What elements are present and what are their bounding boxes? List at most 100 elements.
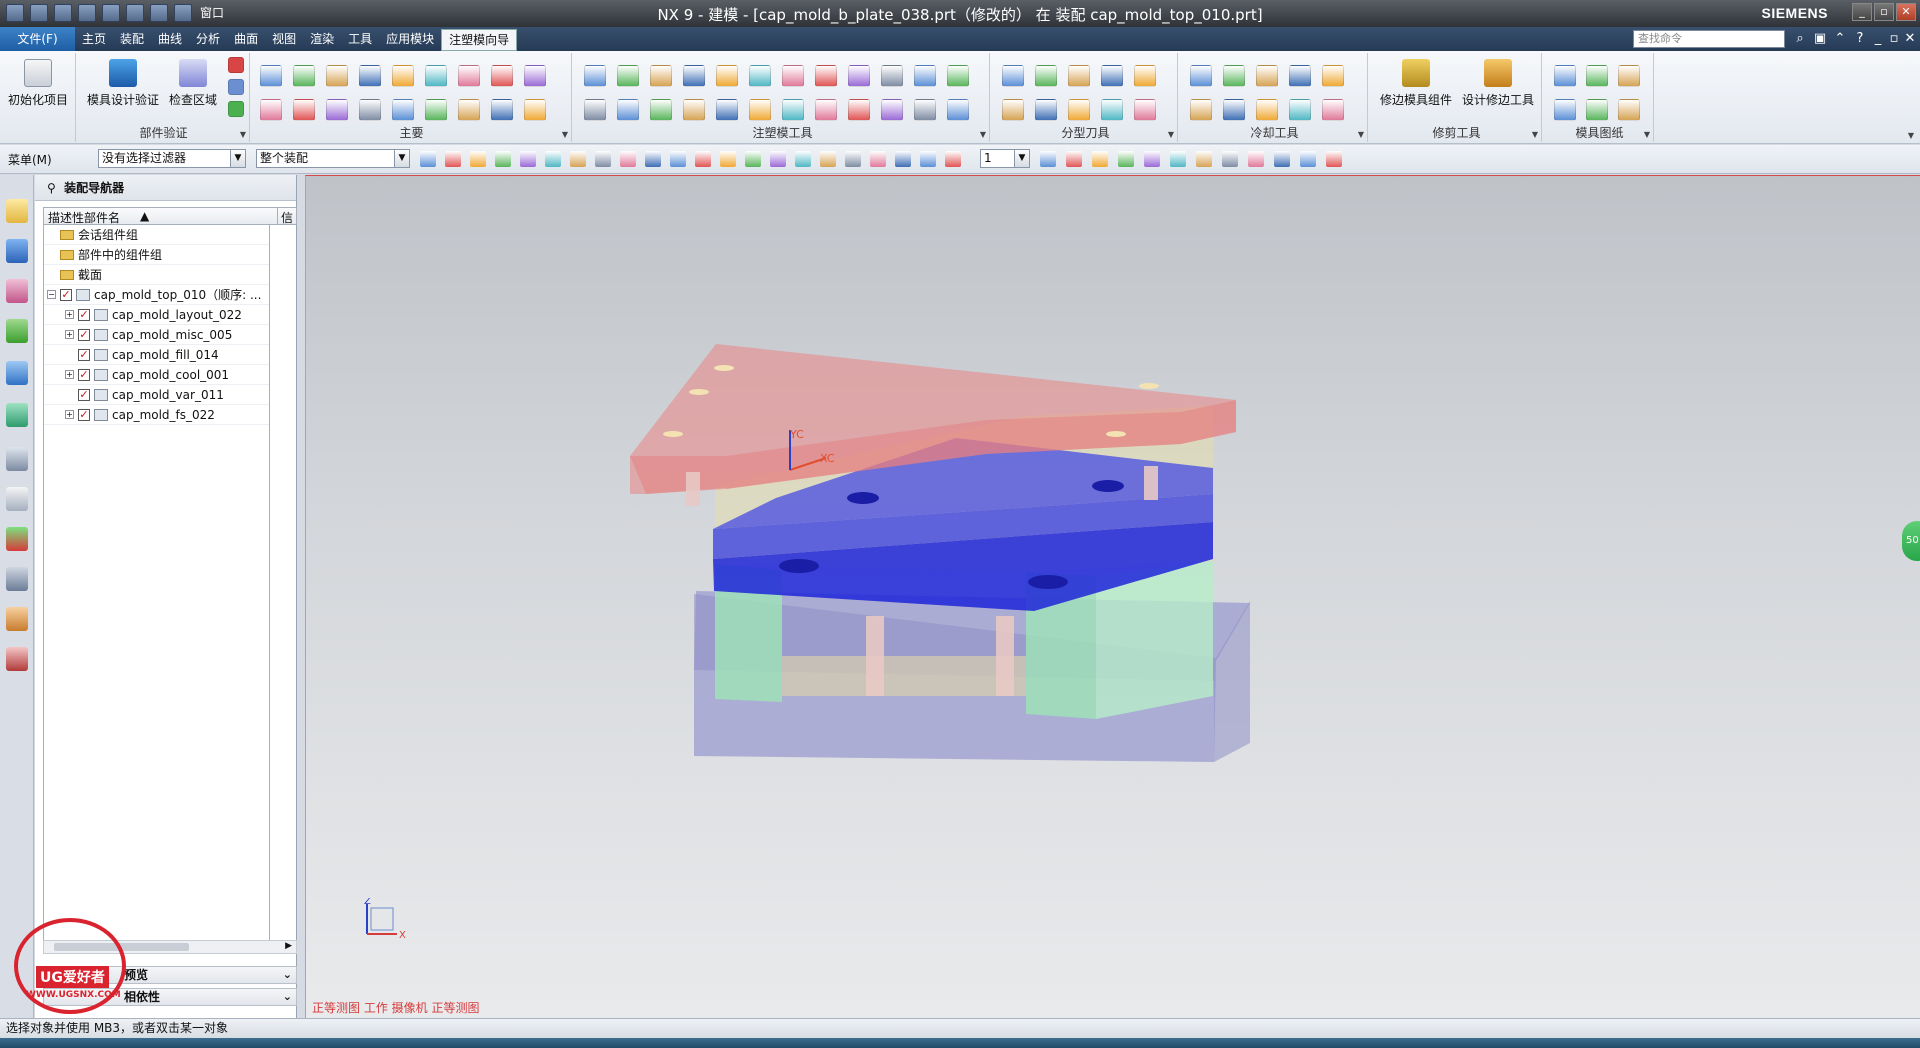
mold-tool-icon-21[interactable] — [848, 99, 870, 121]
tab-assembly[interactable]: 装配 — [113, 27, 151, 51]
parting-tool-icon-3[interactable] — [1068, 65, 1090, 87]
main-tool-icon-17[interactable] — [491, 99, 513, 121]
parting-tool-icon-2[interactable] — [1035, 65, 1057, 87]
selection-tool-icon-6[interactable] — [545, 151, 561, 167]
view-tool-icon-2[interactable] — [1066, 151, 1082, 167]
check-regions-button[interactable]: 检查区域 — [164, 57, 222, 108]
parting-tool-icon-10[interactable] — [1134, 99, 1156, 121]
cooling-tool-icon-1[interactable] — [1190, 65, 1212, 87]
tab-analysis[interactable]: 分析 — [189, 27, 227, 51]
selection-tool-icon-20[interactable] — [895, 151, 911, 167]
tree-row[interactable]: ✓ cap_mold_fill_014 — [44, 345, 270, 365]
ribbon-options-icon[interactable]: ▼ — [1908, 131, 1914, 140]
part-validation-icon-2[interactable] — [228, 79, 244, 95]
doc-minimize-icon[interactable]: _ — [1870, 31, 1886, 47]
tab-application[interactable]: 应用模块 — [379, 27, 441, 51]
file-menu-button[interactable]: 文件(F) — [0, 27, 75, 51]
tab-home[interactable]: 主页 — [75, 27, 113, 51]
view-tool-icon-5[interactable] — [1144, 151, 1160, 167]
cooling-tool-icon-4[interactable] — [1289, 65, 1311, 87]
part-validation-icon-3[interactable] — [228, 101, 244, 117]
view-tool-icon-9[interactable] — [1248, 151, 1264, 167]
main-tool-icon-3[interactable] — [326, 65, 348, 87]
mold-tool-icon-16[interactable] — [683, 99, 705, 121]
mold-tool-icon-11[interactable] — [914, 65, 936, 87]
constraint-navigator-tab-icon[interactable] — [6, 239, 28, 263]
main-tool-icon-14[interactable] — [392, 99, 414, 121]
tab-mold-wizard[interactable]: 注塑模向导 — [441, 29, 518, 51]
command-search-input[interactable]: 查找命令 — [1633, 30, 1785, 48]
main-tool-icon-8[interactable] — [491, 65, 513, 87]
view-tool-icon-7[interactable] — [1196, 151, 1212, 167]
parting-tool-icon-4[interactable] — [1101, 65, 1123, 87]
tab-render[interactable]: 渲染 — [303, 27, 341, 51]
side-notification-tab[interactable]: 50 — [1902, 521, 1920, 561]
help-icon[interactable]: ? — [1852, 31, 1868, 47]
guide-pin-1[interactable] — [686, 472, 700, 506]
main-tool-icon-12[interactable] — [326, 99, 348, 121]
minimize-button[interactable]: _ — [1852, 3, 1872, 21]
main-tool-icon-11[interactable] — [293, 99, 315, 121]
selection-tool-icon-4[interactable] — [495, 151, 511, 167]
tab-tools[interactable]: 工具 — [341, 27, 379, 51]
mold-tool-icon-6[interactable] — [749, 65, 771, 87]
mold-tool-icon-18[interactable] — [749, 99, 771, 121]
view-tool-icon-4[interactable] — [1118, 151, 1134, 167]
group-dropdown-icon[interactable]: ▼ — [1168, 130, 1174, 139]
drawing-tool-icon-2[interactable] — [1586, 65, 1608, 87]
cooling-tool-icon-6[interactable] — [1190, 99, 1212, 121]
selection-scope-dropdown[interactable]: 整个装配 ▼ — [256, 149, 410, 168]
visibility-checkbox[interactable]: ✓ — [78, 309, 90, 321]
selection-tool-icon-5[interactable] — [520, 151, 536, 167]
view-tool-icon-8[interactable] — [1222, 151, 1238, 167]
mold-tool-icon-2[interactable] — [617, 65, 639, 87]
group-dropdown-icon[interactable]: ▼ — [1532, 130, 1538, 139]
expand-icon[interactable]: + — [65, 310, 74, 319]
visibility-checkbox[interactable]: ✓ — [78, 409, 90, 421]
tab-view[interactable]: 视图 — [265, 27, 303, 51]
parting-tool-icon-5[interactable] — [1134, 65, 1156, 87]
collapse-icon[interactable]: − — [47, 290, 56, 299]
selection-tool-icon-10[interactable] — [645, 151, 661, 167]
mold-tool-icon-7[interactable] — [782, 65, 804, 87]
navigator-column-header[interactable]: 描述性部件名 ▲ 信 — [43, 207, 297, 225]
main-tool-icon-10[interactable] — [260, 99, 282, 121]
selection-tool-icon-12[interactable] — [695, 151, 711, 167]
main-tool-icon-9[interactable] — [524, 65, 546, 87]
mold-tool-icon-19[interactable] — [782, 99, 804, 121]
mold-tool-icon-23[interactable] — [914, 99, 936, 121]
mold-tool-icon-22[interactable] — [881, 99, 903, 121]
support-pillar-1[interactable] — [866, 616, 884, 696]
view-tool-icon-3[interactable] — [1092, 151, 1108, 167]
cooling-tool-icon-3[interactable] — [1256, 65, 1278, 87]
selection-tool-icon-18[interactable] — [845, 151, 861, 167]
group-dropdown-icon[interactable]: ▼ — [980, 130, 986, 139]
assembly-navigator-tab-icon[interactable] — [6, 199, 28, 223]
visibility-checkbox[interactable]: ✓ — [78, 389, 90, 401]
reuse-library-tab-icon[interactable] — [6, 319, 28, 343]
parting-tool-icon-6[interactable] — [1002, 99, 1024, 121]
main-tool-icon-6[interactable] — [425, 65, 447, 87]
cooling-tool-icon-9[interactable] — [1289, 99, 1311, 121]
view-tool-icon-12[interactable] — [1326, 151, 1342, 167]
cooling-tool-icon-2[interactable] — [1223, 65, 1245, 87]
selection-tool-icon-9[interactable] — [620, 151, 636, 167]
system-scenes-tab-icon[interactable] — [6, 607, 28, 631]
main-tool-icon-16[interactable] — [458, 99, 480, 121]
column-info-header[interactable]: 信 — [281, 209, 293, 226]
tree-row[interactable]: + ✓ cap_mold_misc_005 — [44, 325, 270, 345]
menu-dropdown[interactable]: 菜单(M) — [8, 151, 52, 168]
guide-bush-2[interactable] — [1028, 575, 1068, 589]
mold-tool-icon-9[interactable] — [848, 65, 870, 87]
parting-tool-icon-9[interactable] — [1101, 99, 1123, 121]
roles-tab-icon[interactable] — [6, 567, 28, 591]
selection-tool-icon-13[interactable] — [720, 151, 736, 167]
restore-button[interactable]: ▫ — [1874, 3, 1894, 21]
main-tool-icon-15[interactable] — [425, 99, 447, 121]
cooling-tool-icon-10[interactable] — [1322, 99, 1344, 121]
cooling-tool-icon-7[interactable] — [1223, 99, 1245, 121]
selection-filter-dropdown[interactable]: 没有选择过滤器 ▼ — [98, 149, 246, 168]
collapse-ribbon-icon[interactable]: ⌃ — [1832, 31, 1848, 47]
group-dropdown-icon[interactable]: ▼ — [1358, 130, 1364, 139]
selection-tool-icon-11[interactable] — [670, 151, 686, 167]
